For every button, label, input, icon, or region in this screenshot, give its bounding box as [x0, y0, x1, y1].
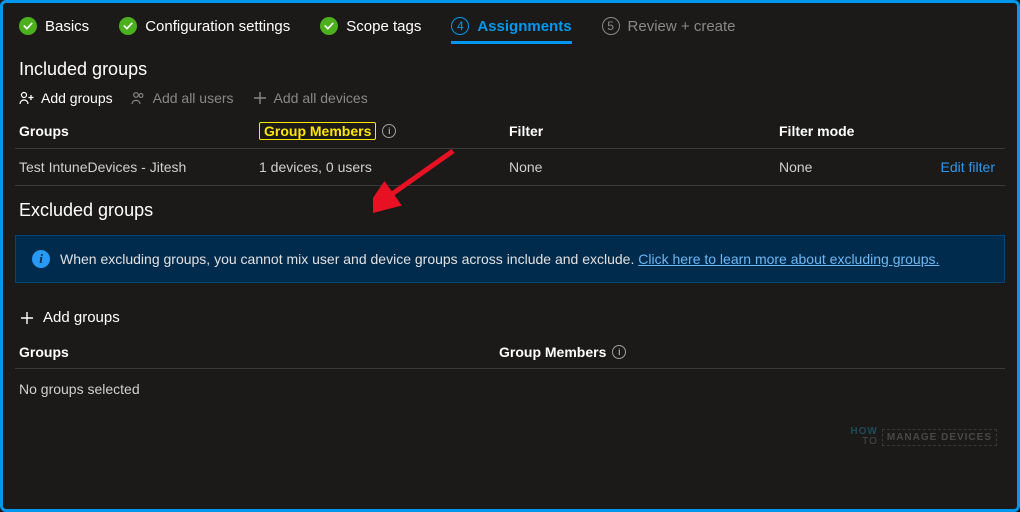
info-banner: i When excluding groups, you cannot mix …	[15, 235, 1005, 283]
col-filter-mode: Filter mode	[779, 123, 919, 139]
add-users-icon	[131, 90, 147, 106]
banner-message: When excluding groups, you cannot mix us…	[60, 251, 638, 267]
col-groups: Groups	[19, 123, 259, 139]
included-action-bar: Add groups Add all users Add all devices	[15, 90, 1005, 114]
step-label: Configuration settings	[145, 18, 290, 35]
step-label: Review + create	[628, 18, 736, 35]
cell-filter: None	[509, 159, 779, 175]
excluded-add-groups-label: Add groups	[43, 309, 120, 326]
info-icon[interactable]: i	[382, 124, 396, 138]
banner-learn-more-link[interactable]: Click here to learn more about excluding…	[638, 251, 939, 267]
excluded-table-header: Groups Group Members i	[15, 336, 1005, 369]
step-scope-tags[interactable]: Scope tags	[320, 17, 421, 35]
add-all-devices-label: Add all devices	[274, 90, 368, 106]
add-all-users-label: Add all users	[153, 90, 234, 106]
col-group-members: Group Members i	[499, 344, 626, 360]
plus-icon	[19, 310, 35, 326]
cell-filter-mode: None	[779, 159, 919, 175]
edit-filter-link[interactable]: Edit filter	[941, 159, 995, 175]
watermark-to: TO	[850, 437, 877, 447]
check-icon	[320, 17, 338, 35]
step-configuration-settings[interactable]: Configuration settings	[119, 17, 290, 35]
no-groups-text: No groups selected	[15, 369, 1005, 409]
add-all-devices-button[interactable]: Add all devices	[252, 90, 368, 106]
step-basics[interactable]: Basics	[19, 17, 89, 35]
col-filter: Filter	[509, 123, 779, 139]
watermark: HOW TO MANAGE DEVICES	[850, 427, 997, 447]
add-groups-button[interactable]: Add groups	[19, 90, 113, 106]
excluded-groups-title: Excluded groups	[19, 200, 1005, 221]
watermark-brand: MANAGE DEVICES	[882, 429, 997, 446]
excluded-add-groups-button[interactable]: Add groups	[19, 309, 1005, 326]
wizard-steps: Basics Configuration settings Scope tags…	[15, 11, 1005, 45]
info-icon[interactable]: i	[612, 345, 626, 359]
step-assignments[interactable]: 4 Assignments	[451, 17, 571, 44]
col-group-members-label: Group Members	[499, 344, 606, 360]
cell-group-name: Test IntuneDevices - Jitesh	[19, 159, 259, 175]
add-groups-label: Add groups	[41, 90, 113, 106]
step-label: Scope tags	[346, 18, 421, 35]
step-label: Basics	[45, 18, 89, 35]
step-number: 5	[602, 17, 620, 35]
col-groups: Groups	[19, 344, 499, 360]
included-table-header: Groups Group Members i Filter Filter mod…	[15, 114, 1005, 149]
banner-text: When excluding groups, you cannot mix us…	[60, 251, 939, 267]
col-group-members-label: Group Members	[259, 122, 376, 140]
included-groups-title: Included groups	[19, 59, 1005, 80]
step-label: Assignments	[477, 18, 571, 35]
step-review-create[interactable]: 5 Review + create	[602, 17, 736, 35]
add-all-users-button[interactable]: Add all users	[131, 90, 234, 106]
table-row: Test IntuneDevices - Jitesh 1 devices, 0…	[15, 149, 1005, 186]
check-icon	[19, 17, 37, 35]
step-number: 4	[451, 17, 469, 35]
info-icon: i	[32, 250, 50, 268]
check-icon	[119, 17, 137, 35]
plus-icon	[252, 90, 268, 106]
col-group-members: Group Members i	[259, 122, 509, 140]
add-group-icon	[19, 90, 35, 106]
cell-group-members: 1 devices, 0 users	[259, 159, 509, 175]
